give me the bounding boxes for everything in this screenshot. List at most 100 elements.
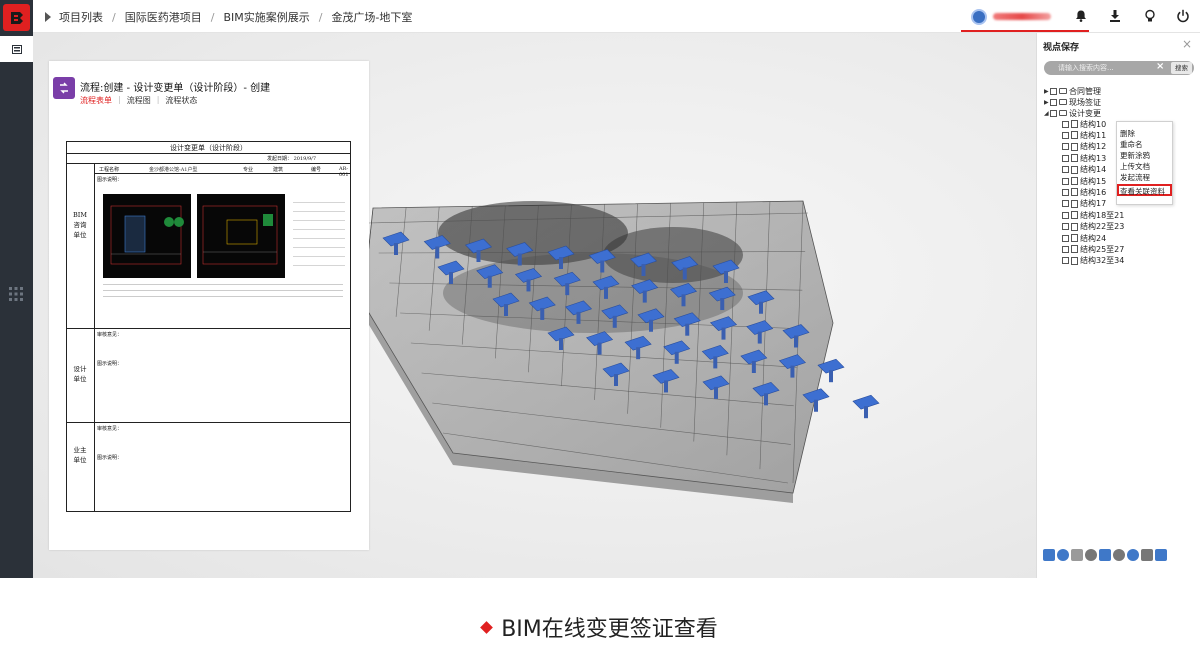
search-button[interactable]: 搜索: [1171, 62, 1192, 74]
tree-leaf[interactable]: 结构12: [1062, 142, 1106, 152]
top-bar: 项目列表 / 国际医药港项目 / BIM实施案例展示 / 金茂广场-地下室: [33, 0, 1200, 33]
breadcrumb-item[interactable]: 项目列表: [59, 9, 103, 25]
tree-leaf[interactable]: 结构11: [1062, 130, 1106, 140]
search-input[interactable]: 请输入搜索内容...: [1058, 63, 1114, 73]
menu-item-upload-doc[interactable]: 上传文档: [1120, 161, 1150, 172]
play-icon: [45, 12, 51, 22]
form-heading: 设计变更单（设计阶段）: [67, 142, 350, 154]
checkbox[interactable]: [1062, 223, 1069, 231]
add-folder-icon[interactable]: [1043, 549, 1055, 561]
checkbox[interactable]: [1062, 257, 1069, 265]
document-icon: [1071, 154, 1078, 163]
caption-area: BIM在线变更签证查看: [0, 578, 1200, 653]
left-rail: [0, 0, 33, 578]
share-icon[interactable]: [1141, 549, 1153, 561]
column-stem: [600, 260, 605, 273]
breadcrumb-item[interactable]: BIM实施案例展示: [223, 9, 309, 25]
tree-leaf-label: 结构24: [1080, 233, 1107, 243]
caption: BIM在线变更签证查看: [0, 611, 1200, 643]
checkbox[interactable]: [1050, 109, 1057, 117]
user-menu[interactable]: [961, 4, 1089, 32]
tree-leaf[interactable]: 结构16: [1062, 187, 1106, 197]
column-stem: [604, 286, 608, 299]
rail-item-main[interactable]: [0, 36, 33, 62]
column-stem: [864, 406, 868, 419]
panel-toolbar: [1043, 549, 1193, 563]
tree-leaf[interactable]: 结构15: [1062, 176, 1106, 186]
play-circle-icon[interactable]: [1113, 549, 1125, 561]
tab-flowchart[interactable]: 流程图: [127, 95, 151, 106]
review-label-1: 审核意见：: [97, 332, 123, 338]
tree-leaf[interactable]: 结构10: [1062, 119, 1106, 129]
tree-leaf[interactable]: 结构24: [1062, 233, 1106, 243]
tree-leaf-label: 结构10: [1080, 119, 1107, 129]
checkbox[interactable]: [1062, 245, 1069, 253]
tree-leaf[interactable]: 结构13: [1062, 153, 1106, 163]
document-icon: [1071, 256, 1078, 265]
menu-item-delete[interactable]: 删除: [1120, 128, 1135, 139]
column-stem: [394, 243, 398, 255]
column-stem: [674, 351, 679, 364]
download-icon[interactable]: [1108, 9, 1122, 23]
diagram-label-1: 图示说明：: [97, 361, 123, 367]
bell-icon[interactable]: [1074, 9, 1088, 23]
document-tabs: 流程表单 | 流程图 | 流程状态: [80, 95, 198, 106]
bim-3d-viewer[interactable]: 流程:创建 - 设计变更单（设计阶段）- 创建 流程表单 | 流程图 | 流程状…: [33, 33, 1036, 578]
menu-item-start-flow[interactable]: 发起流程: [1120, 172, 1150, 183]
apps-grid-icon[interactable]: [8, 286, 24, 302]
link-icon[interactable]: [1127, 549, 1139, 561]
menu-item-update-markup[interactable]: 更新涂鸦: [1120, 150, 1150, 161]
tree-leaf[interactable]: 结构32至34: [1062, 256, 1124, 266]
trash-icon[interactable]: [1071, 549, 1083, 561]
column-stem: [614, 374, 618, 386]
power-icon[interactable]: [1176, 9, 1190, 23]
tree-node-contract[interactable]: ▶ 合同管理: [1044, 86, 1101, 96]
tree-leaf[interactable]: 结构25至27: [1062, 244, 1124, 254]
tree-leaf[interactable]: 结构14: [1062, 165, 1106, 175]
tree-leaf[interactable]: 结构18至21: [1062, 210, 1124, 220]
tree-leaf-label: 结构25至27: [1080, 244, 1125, 254]
checkbox[interactable]: [1062, 131, 1069, 139]
document-icon: [1071, 245, 1078, 254]
menu-item-view-related[interactable]: 查看关联资料: [1117, 184, 1172, 196]
column-stem: [435, 246, 440, 259]
checkbox[interactable]: [1062, 200, 1069, 208]
tab-form[interactable]: 流程表单: [80, 95, 112, 106]
workflow-icon: [53, 77, 75, 99]
tab-status[interactable]: 流程状态: [165, 95, 197, 106]
clear-icon[interactable]: ×: [1156, 61, 1164, 72]
column-stem: [764, 393, 768, 406]
search-bar: 请输入搜索内容... × 搜索: [1044, 61, 1194, 75]
close-icon[interactable]: ×: [1182, 37, 1192, 51]
column-stem: [476, 250, 481, 262]
layers-icon[interactable]: [1085, 549, 1097, 561]
checkbox[interactable]: [1062, 143, 1069, 151]
drawing-info-table: [293, 194, 345, 266]
tree-leaf[interactable]: 结构17: [1062, 199, 1106, 209]
edit-icon[interactable]: [1155, 549, 1167, 561]
tree-leaf[interactable]: 结构22至23: [1062, 222, 1124, 232]
checkbox[interactable]: [1062, 154, 1069, 162]
palette-icon[interactable]: [1057, 549, 1069, 561]
checkbox[interactable]: [1062, 166, 1069, 174]
checkbox[interactable]: [1062, 177, 1069, 185]
form-meta-row: 工程名称 金沙都港公馆-A1户型 专业 建筑 编号 AR-001: [95, 164, 350, 178]
tree-leaf-label: 结构11: [1080, 130, 1107, 140]
checkbox[interactable]: [1050, 98, 1057, 106]
checkbox[interactable]: [1062, 234, 1069, 242]
checkbox[interactable]: [1062, 120, 1069, 128]
checkbox[interactable]: [1050, 87, 1057, 95]
column-stem: [757, 331, 762, 344]
tree-node-site-visa[interactable]: ▶ 现场签证: [1044, 97, 1101, 107]
checkbox[interactable]: [1062, 188, 1069, 196]
checkbox[interactable]: [1062, 211, 1069, 219]
breadcrumb-item[interactable]: 国际医药港项目: [125, 9, 202, 25]
video-icon[interactable]: [1099, 549, 1111, 561]
column-stem: [576, 311, 581, 324]
app-logo[interactable]: [3, 4, 30, 31]
menu-item-rename[interactable]: 重命名: [1120, 139, 1143, 150]
column-stem: [559, 338, 563, 350]
column-stem: [790, 365, 795, 378]
lightbulb-icon[interactable]: [1143, 9, 1157, 23]
tree-node-design-change[interactable]: ◢ 设计变更: [1044, 108, 1101, 118]
